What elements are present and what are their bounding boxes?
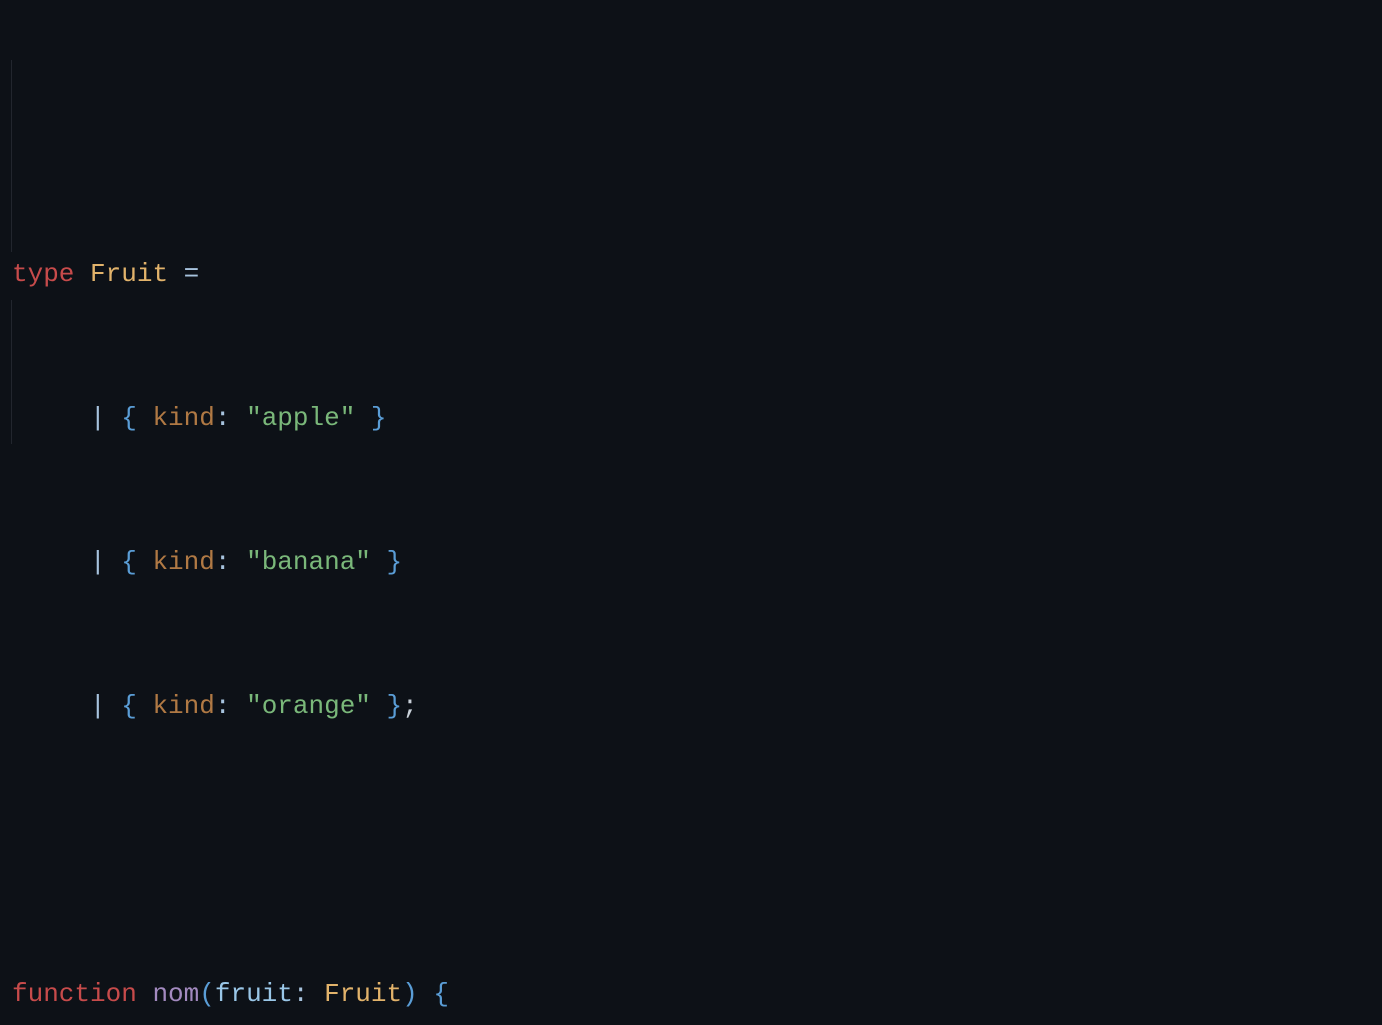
indent-guide (11, 60, 12, 252)
brace-open: { (433, 979, 449, 1009)
brace-open: { (121, 691, 137, 721)
code-line[interactable]: | { kind: "apple" } (12, 394, 1382, 442)
semicolon: ; (402, 691, 418, 721)
string-literal: "orange" (246, 691, 371, 721)
type-name: Fruit (324, 979, 402, 1009)
brace-close: } (371, 403, 387, 433)
string-literal: "banana" (246, 547, 371, 577)
pipe-op: | (90, 403, 106, 433)
brace-close: } (387, 691, 403, 721)
paren-open: ( (199, 979, 215, 1009)
code-line[interactable]: | { kind: "orange" }; (12, 682, 1382, 730)
brace-close: } (387, 547, 403, 577)
pipe-op: | (90, 547, 106, 577)
code-line[interactable]: | { kind: "banana" } (12, 538, 1382, 586)
code-line[interactable]: function nom(fruit: Fruit) { (12, 970, 1382, 1018)
property-name: kind (152, 403, 214, 433)
property-name: kind (152, 547, 214, 577)
colon-op: : (215, 403, 231, 433)
param-name: fruit (215, 979, 293, 1009)
colon-op: : (215, 547, 231, 577)
function-name: nom (152, 979, 199, 1009)
code-editor[interactable]: type Fruit = | { kind: "apple" } | { kin… (0, 0, 1382, 1025)
property-name: kind (152, 691, 214, 721)
pipe-op: | (90, 691, 106, 721)
brace-open: { (121, 547, 137, 577)
code-line[interactable]: type Fruit = (12, 250, 1382, 298)
keyword-function: function (12, 979, 137, 1009)
paren-close: ) (402, 979, 418, 1009)
colon-op: : (215, 691, 231, 721)
colon-op: : (293, 979, 309, 1009)
type-name: Fruit (90, 259, 168, 289)
keyword-type: type (12, 259, 74, 289)
string-literal: "apple" (246, 403, 355, 433)
brace-open: { (121, 403, 137, 433)
equals-op: = (184, 259, 200, 289)
code-line-blank[interactable] (12, 826, 1382, 874)
